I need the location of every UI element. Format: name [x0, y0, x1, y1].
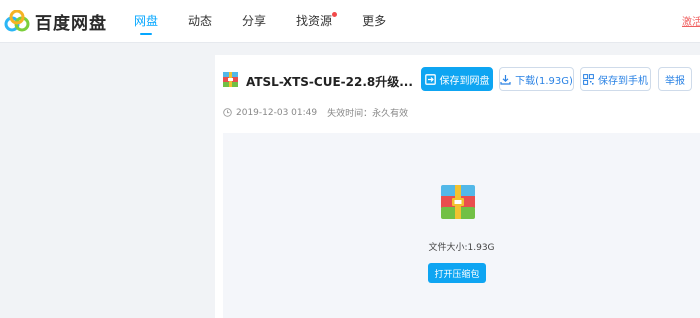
baidu-netdisk-logo-icon	[4, 10, 30, 32]
nav-item-more[interactable]: 更多	[362, 0, 386, 42]
nav-item-find-resources[interactable]: 找资源	[296, 0, 338, 42]
brand-name: 百度网盘	[35, 13, 107, 34]
expiry-text: 失效时间：永久有效	[327, 109, 409, 119]
nav-item-netdisk[interactable]: 网盘	[134, 0, 158, 42]
activate-link[interactable]: 激活	[682, 13, 700, 28]
share-file-panel: ATSL-XTS-CUE-22.8升级... 保存到网盘 下载(1.93G) 保…	[215, 55, 700, 318]
created-time: 2019-12-03 01:49	[236, 107, 318, 118]
save-to-disk-label: 保存到网盘	[439, 75, 490, 87]
archive-icon	[223, 72, 238, 87]
nav-item-label: 网盘	[134, 14, 159, 28]
download-button[interactable]: 下载(1.93G)	[499, 67, 574, 91]
brand-logo[interactable]: 百度网盘	[4, 9, 107, 34]
nav-item-label: 找资源	[296, 14, 333, 28]
nav-item-label: 更多	[362, 14, 387, 28]
notification-dot	[332, 12, 338, 17]
save-to-phone-label: 保存到手机	[598, 75, 648, 87]
clock-icon	[223, 108, 232, 117]
archive-icon	[441, 185, 475, 219]
report-label: 举报	[665, 75, 685, 87]
download-label: 下载(1.93G)	[515, 75, 573, 87]
save-to-disk-button[interactable]: 保存到网盘	[421, 67, 493, 91]
open-archive-button[interactable]: 打开压缩包	[428, 263, 486, 283]
main-nav: 网盘 动态 分享 找资源 更多	[134, 0, 416, 42]
file-preview-area: 文件大小:1.93G 打开压缩包	[223, 133, 700, 318]
qr-code-icon	[583, 73, 594, 85]
save-icon	[424, 73, 436, 85]
file-size-text: 文件大小:1.93G	[428, 243, 495, 253]
report-button[interactable]: 举报	[658, 67, 692, 91]
top-navigation-bar: 百度网盘 网盘 动态 分享 找资源 更多 激活	[0, 0, 700, 43]
file-meta: 2019-12-03 01:49 失效时间：永久有效	[223, 106, 408, 119]
nav-item-label: 动态	[188, 14, 213, 28]
download-icon	[500, 74, 511, 85]
file-title: ATSL-XTS-CUE-22.8升级...	[246, 75, 413, 89]
nav-item-label: 分享	[242, 14, 267, 28]
nav-item-activity[interactable]: 动态	[188, 0, 212, 42]
save-to-phone-button[interactable]: 保存到手机	[580, 67, 651, 91]
nav-item-share[interactable]: 分享	[242, 0, 266, 42]
